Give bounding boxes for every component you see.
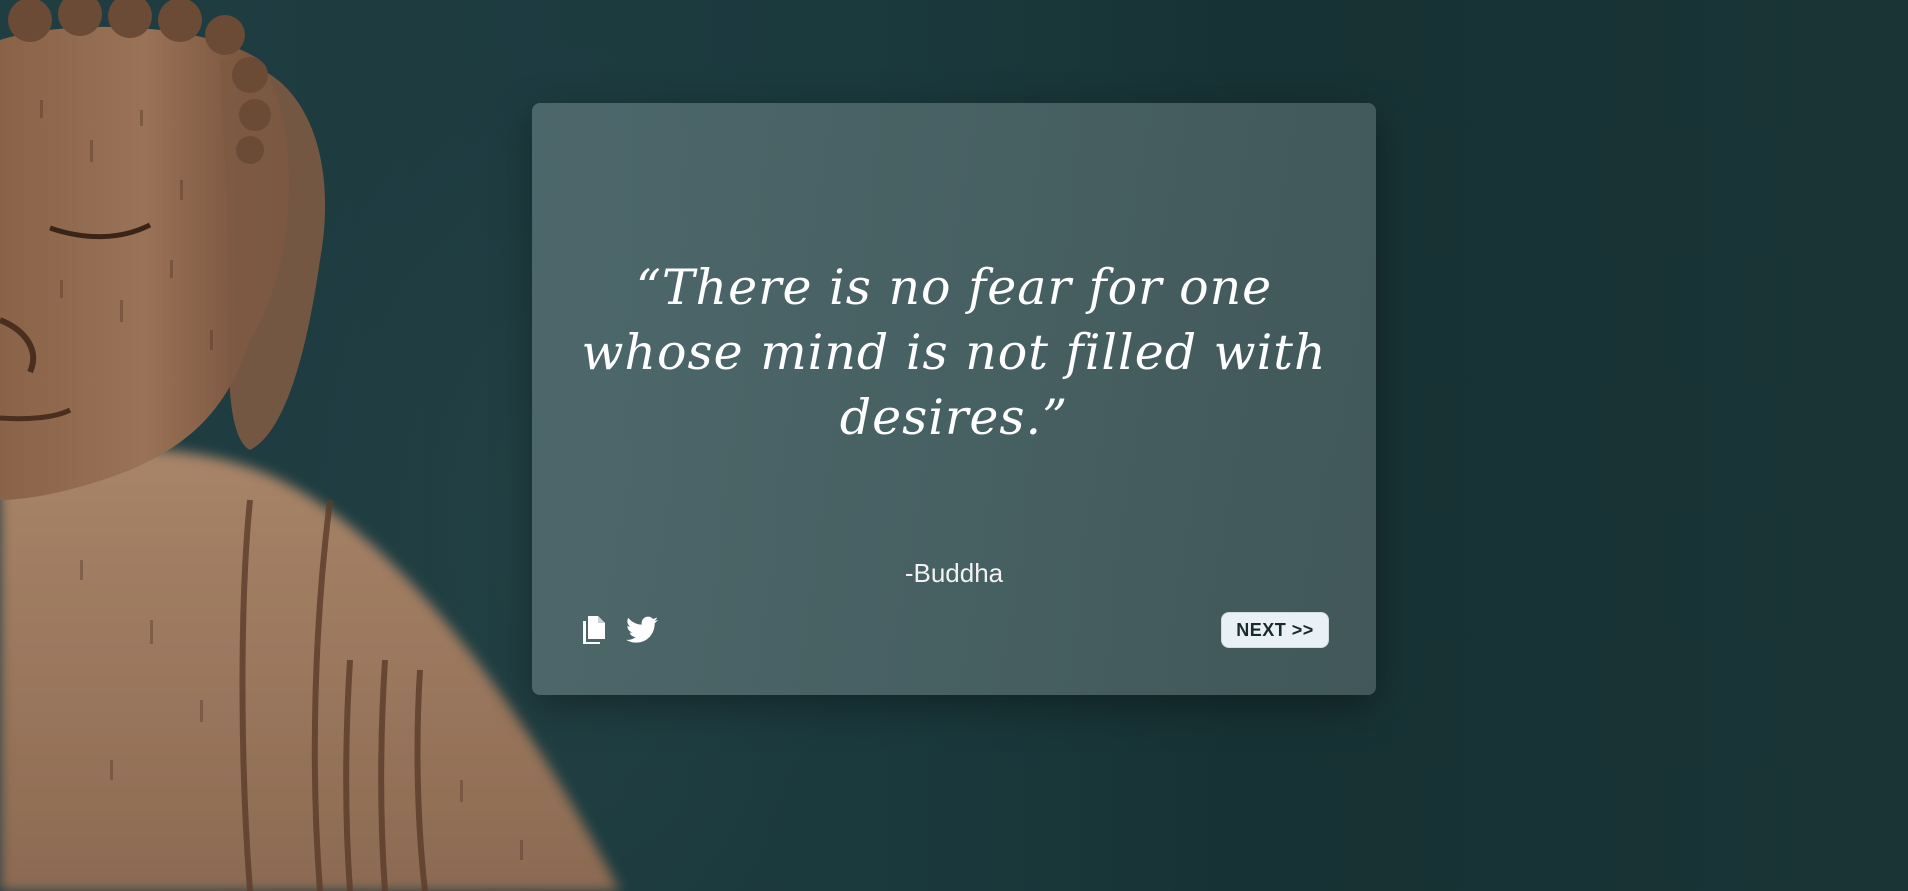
share-icons (577, 613, 659, 647)
quote-card: “There is no fear for one whose mind is … (532, 103, 1376, 695)
copy-icon[interactable] (577, 613, 611, 647)
twitter-icon[interactable] (625, 613, 659, 647)
quote-text: “There is no fear for one whose mind is … (581, 259, 1327, 446)
quote-author: -Buddha (904, 558, 1004, 588)
next-quote-button[interactable]: NEXT >> (1221, 612, 1329, 648)
